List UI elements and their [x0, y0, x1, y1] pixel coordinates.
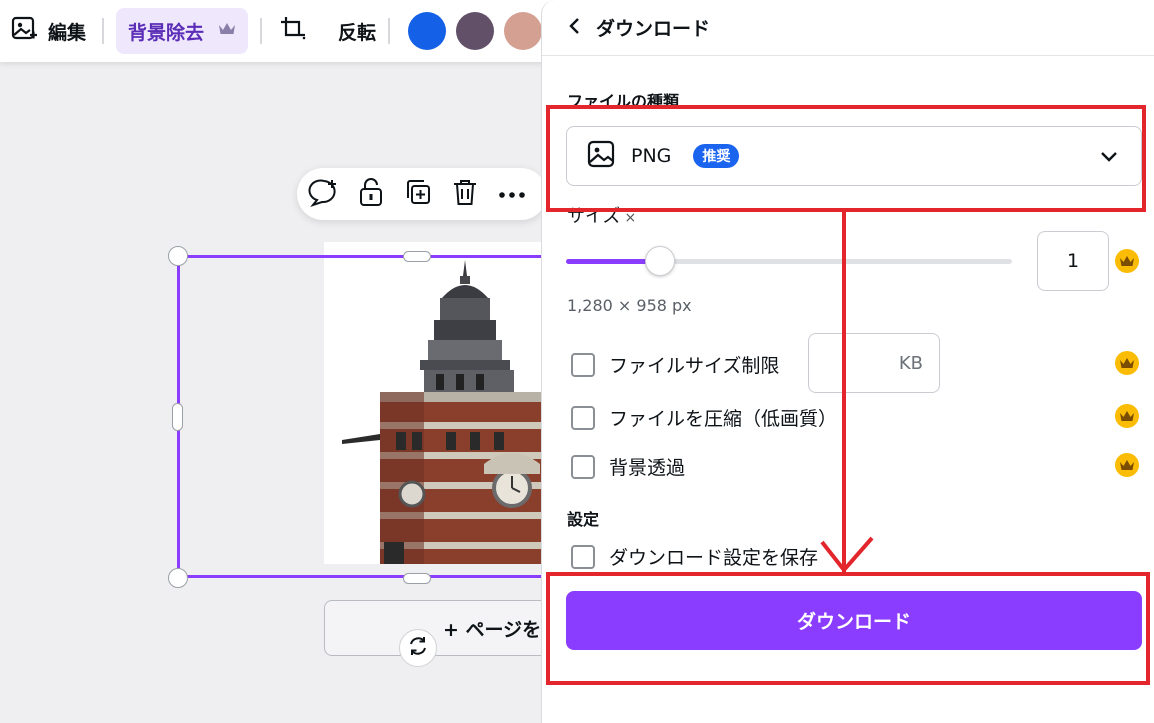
- element-floating-toolbar: [297, 168, 547, 220]
- background-remove-label: 背景除去: [128, 21, 205, 44]
- crop-icon: [278, 14, 308, 49]
- settings-label: 設定: [567, 510, 600, 529]
- crown-icon: [1115, 404, 1139, 428]
- compress-checkbox[interactable]: [571, 405, 595, 430]
- save-settings-label: ダウンロード設定を保存: [609, 547, 819, 569]
- compress-label: ファイルを圧縮（低画質）: [609, 408, 838, 430]
- edit-label: 編集: [48, 21, 87, 44]
- lock-button[interactable]: [354, 177, 388, 211]
- resize-handle-top[interactable]: [403, 251, 431, 262]
- file-size-limit-option[interactable]: ファイルサイズ制限: [571, 351, 779, 378]
- crown-icon: [1115, 453, 1139, 477]
- annotation-arrow-head: [820, 536, 874, 574]
- size-slider[interactable]: [566, 246, 1012, 276]
- color-swatch[interactable]: [408, 12, 447, 50]
- toolbar-divider: [260, 18, 263, 44]
- resize-handle-left[interactable]: [172, 403, 183, 431]
- compress-option[interactable]: ファイルを圧縮（低画質）: [571, 404, 837, 431]
- comment-add-icon: [308, 176, 340, 212]
- crown-icon: [218, 20, 236, 42]
- editor-toolbar: 編集 背景除去 反転: [0, 0, 560, 62]
- resize-handle-bottom[interactable]: [403, 573, 431, 584]
- transparent-background-label: 背景透過: [609, 457, 686, 479]
- annotation-box-file-type: [546, 105, 1146, 212]
- flip-label: 反転: [338, 21, 377, 44]
- duplicate-button[interactable]: [401, 177, 435, 211]
- annotation-box-download: [546, 572, 1150, 685]
- more-options-button[interactable]: [495, 177, 529, 211]
- file-size-limit-label: ファイルサイズ制限: [609, 355, 780, 377]
- panel-title: ダウンロード: [596, 18, 711, 40]
- toolbar-divider: [102, 18, 105, 44]
- selection-frame[interactable]: [177, 255, 557, 578]
- flip-button[interactable]: 反転: [338, 8, 376, 54]
- crown-icon: [1115, 249, 1139, 273]
- color-swatch[interactable]: [504, 12, 543, 50]
- add-comment-button[interactable]: [307, 177, 341, 211]
- save-settings-option[interactable]: ダウンロード設定を保存: [571, 543, 818, 570]
- edit-image-button[interactable]: 編集: [6, 8, 90, 54]
- save-settings-checkbox[interactable]: [571, 544, 595, 569]
- back-button[interactable]: [566, 16, 584, 40]
- transparent-background-option[interactable]: 背景透過: [571, 453, 685, 480]
- toolbar-divider: [388, 18, 391, 44]
- transparent-background-checkbox[interactable]: [571, 454, 595, 479]
- rotate-button[interactable]: [399, 629, 437, 667]
- annotation-arrow-line: [842, 212, 846, 572]
- background-remove-button[interactable]: 背景除去: [116, 8, 249, 54]
- slider-thumb[interactable]: [644, 246, 675, 276]
- panel-header: ダウンロード: [542, 0, 1154, 56]
- crown-icon: [1115, 351, 1139, 375]
- color-swatch[interactable]: [456, 12, 495, 50]
- trash-icon: [451, 177, 479, 211]
- duplicate-icon: [403, 177, 433, 211]
- rotate-icon: [407, 635, 429, 661]
- resize-handle-bottom-left[interactable]: [168, 568, 188, 588]
- file-size-limit-checkbox[interactable]: [571, 352, 595, 377]
- export-dimensions: 1,280 × 958 px: [567, 296, 692, 315]
- lock-icon: [357, 177, 385, 211]
- size-suffix: ×: [624, 210, 637, 226]
- add-page-button[interactable]: + ページを: [324, 600, 564, 656]
- file-size-kb-input[interactable]: KB: [808, 333, 940, 393]
- resize-handle-top-left[interactable]: [168, 246, 188, 266]
- chevron-left-icon: [569, 17, 579, 34]
- kb-unit: KB: [898, 352, 923, 374]
- delete-button[interactable]: [448, 177, 482, 211]
- more-horizontal-icon: [497, 185, 527, 204]
- crop-button[interactable]: [274, 8, 312, 54]
- image-edit-icon: [10, 15, 38, 48]
- scale-input[interactable]: 1: [1037, 231, 1109, 291]
- add-page-label: + ページを: [443, 618, 542, 641]
